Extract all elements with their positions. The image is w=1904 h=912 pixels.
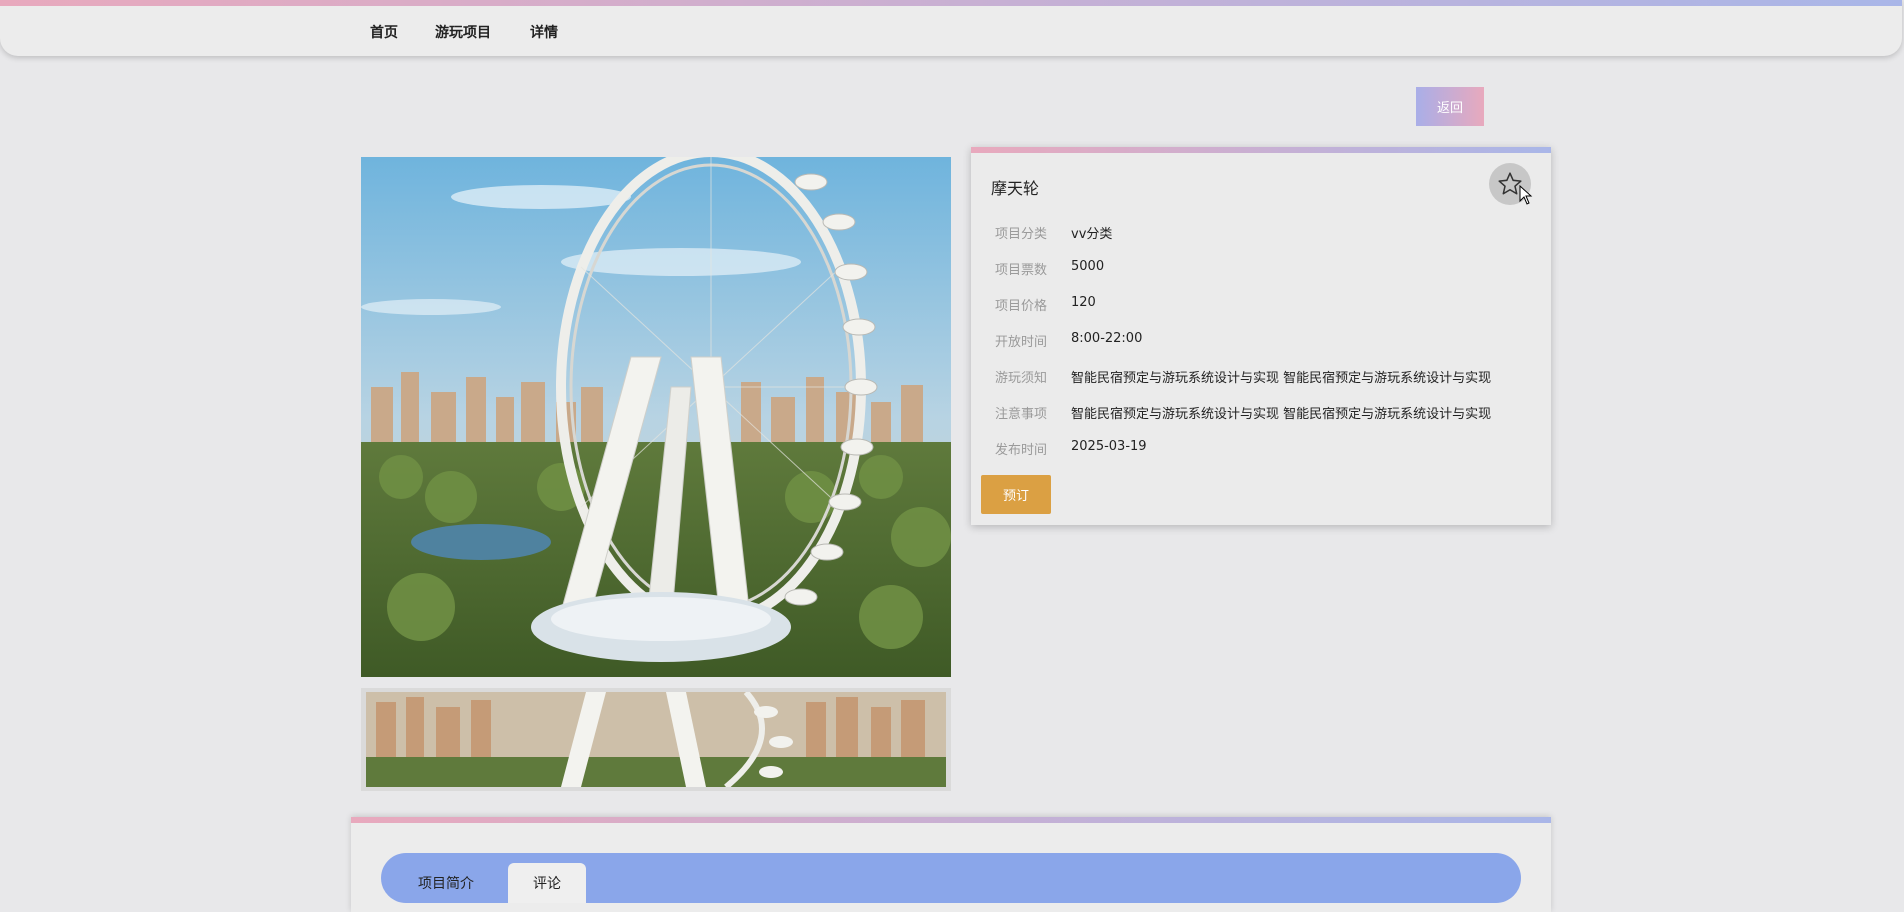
field-label: 开放时间 [995,335,1048,350]
attraction-title: 摩天轮 [991,179,1040,198]
field-label: 项目价格 [995,299,1048,314]
card-accent-strip [971,147,1551,153]
field-value: 2025-03-19 [1071,439,1147,454]
nav-attractions[interactable]: 游玩项目 [435,22,491,42]
main-attraction-image [361,157,951,677]
tab-bar: 项目简介 评论 [381,853,1521,903]
field-label: 项目票数 [995,263,1048,278]
field-value: 8:00-22:00 [1071,331,1143,346]
thumbnail-image[interactable] [366,692,946,787]
attraction-detail-card: 摩天轮 项目分类 vv分类 项目票数 5000 项目价格 120 开放时间 8:… [971,147,1551,525]
nav-home[interactable]: 首页 [370,22,398,42]
field-label: 注意事项 [995,407,1048,422]
field-label: 游玩须知 [995,371,1048,386]
info-tabs-panel: 项目简介 评论 [351,817,1551,912]
field-value: 智能民宿预定与游玩系统设计与实现 智能民宿预定与游玩系统设计与实现 [1071,407,1492,422]
back-button[interactable]: 返回 [1416,87,1484,126]
field-label: 发布时间 [995,443,1048,458]
nav-detail[interactable]: 详情 [530,22,558,42]
field-value: 智能民宿预定与游玩系统设计与实现 智能民宿预定与游玩系统设计与实现 [1071,371,1492,386]
navbar-accent-strip [0,0,1902,6]
tab-comments[interactable]: 评论 [508,863,586,903]
field-value: vv分类 [1071,227,1113,242]
book-button[interactable]: 预订 [981,475,1051,514]
mouse-cursor-icon [1519,185,1533,205]
field-label: 项目分类 [995,227,1048,242]
panel-accent-strip [351,817,1551,823]
tab-introduction[interactable]: 项目简介 [401,863,491,903]
top-navbar: 首页 游玩项目 详情 [0,0,1902,56]
field-value: 120 [1071,295,1096,310]
field-value: 5000 [1071,259,1105,274]
